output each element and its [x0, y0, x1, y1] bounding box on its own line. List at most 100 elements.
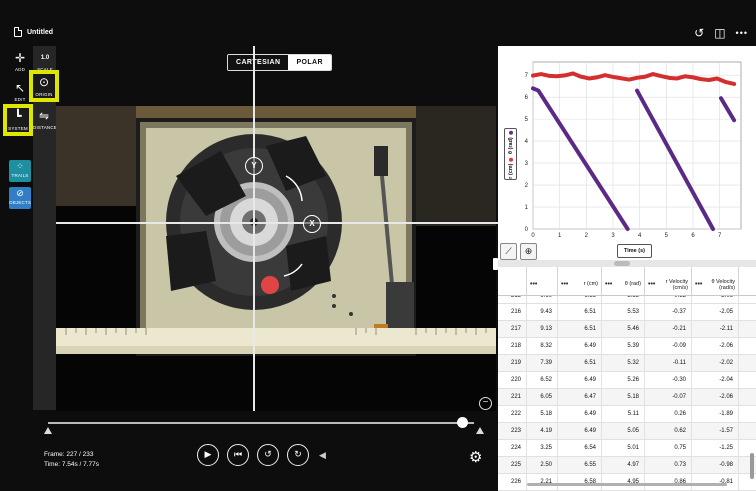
row-index-cell[interactable]: 223 — [498, 423, 527, 440]
panel-divider-grip[interactable] — [614, 261, 630, 266]
table-cell[interactable]: 3.25 — [527, 440, 558, 457]
table-cell[interactable]: -1.57 — [692, 423, 739, 440]
table-cell[interactable]: 5.11 — [602, 406, 645, 423]
row-index-cell[interactable]: 222 — [498, 406, 527, 423]
zoom-out-icon[interactable]: − — [479, 397, 492, 410]
timeline-scrubber[interactable] — [44, 417, 488, 436]
undo-icon[interactable]: ↺ — [694, 27, 704, 39]
table-row[interactable]: 223 4.19 6.49 5.05 0.62 -1.57 — [498, 423, 756, 440]
row-index-cell[interactable]: 221 — [498, 389, 527, 406]
table-cell[interactable]: 6.49 — [558, 423, 602, 440]
table-cell[interactable]: -2.06 — [692, 338, 739, 355]
table-cell[interactable]: 5.55 — [602, 296, 645, 303]
table-cell[interactable]: 6.51 — [558, 304, 602, 321]
table-cell[interactable]: 5.05 — [602, 423, 645, 440]
row-index-cell[interactable]: 219 — [498, 355, 527, 372]
row-index-cell[interactable]: 215 — [498, 296, 527, 303]
settings-gear-icon[interactable]: ⚙ — [469, 448, 482, 466]
layout-icon[interactable]: ◫ — [714, 27, 725, 39]
row-index-cell[interactable]: 216 — [498, 304, 527, 321]
row-index-cell[interactable]: 225 — [498, 457, 527, 474]
table-cell[interactable]: 4.19 — [527, 423, 558, 440]
document-title-area[interactable]: Untitled — [14, 27, 53, 37]
system-tool-button[interactable]: ┗ SYSTEM — [3, 104, 33, 136]
table-cell[interactable]: -2.05 — [692, 304, 739, 321]
table-row[interactable]: 219 7.39 6.51 5.32 -0.11 -2.02 — [498, 355, 756, 372]
table-cell[interactable]: 6.54 — [558, 440, 602, 457]
table-cell[interactable]: 6.51 — [558, 321, 602, 338]
cartesian-option[interactable]: CARTESIAN — [228, 55, 289, 70]
column-header-theta-velocity[interactable]: ••• θ Velocity (rad/s) — [692, 267, 739, 296]
table-row[interactable]: 221 6.05 6.47 5.18 -0.07 -2.06 — [498, 389, 756, 406]
origin-tool-button[interactable]: ⊙ ORIGIN — [29, 70, 59, 102]
table-cell[interactable]: 5.46 — [602, 321, 645, 338]
x-axis-selector-button[interactable]: Time (s) — [617, 244, 652, 258]
table-cell[interactable]: -2.02 — [692, 355, 739, 372]
table-cell[interactable]: 0.26 — [645, 406, 692, 423]
table-cell[interactable]: -2.06 — [692, 389, 739, 406]
column-menu-button[interactable]: ••• — [561, 281, 568, 288]
x-axis-handle[interactable]: X — [303, 215, 321, 233]
table-cell[interactable]: 7.39 — [527, 355, 558, 372]
table-cell[interactable]: 6.49 — [558, 372, 602, 389]
table-cell[interactable]: 6.49 — [558, 406, 602, 423]
row-index-cell[interactable]: 217 — [498, 321, 527, 338]
y-axis-selector-button[interactable]: r (cm) θ (rad) — [504, 128, 517, 180]
table-cell[interactable]: -2.06 — [692, 296, 739, 303]
y-axis-line[interactable] — [253, 46, 255, 411]
table-cell[interactable]: 6.55 — [558, 296, 602, 303]
table-cell[interactable]: -0.21 — [645, 321, 692, 338]
step-forward-button[interactable]: ↻ — [287, 444, 309, 466]
table-cell[interactable]: -0.52 — [645, 296, 692, 303]
table-row[interactable]: 216 9.43 6.51 5.53 -0.37 -2.05 — [498, 304, 756, 321]
trails-toggle-button[interactable]: ⁘ TRAILS — [9, 160, 31, 182]
table-vertical-scrollbar[interactable] — [750, 453, 754, 479]
graph-panel[interactable]: 0 1 2 3 4 5 6 7 0 1 2 3 4 5 6 7 — [498, 46, 756, 260]
speaker-icon[interactable]: ◀ — [319, 450, 326, 461]
table-cell[interactable]: 9.60 — [527, 296, 558, 303]
autoscale-icon[interactable]: ⟋ — [500, 243, 517, 260]
column-menu-button[interactable]: ••• — [695, 281, 702, 288]
table-cell[interactable]: 0.75 — [645, 440, 692, 457]
table-cell[interactable]: 4.97 — [602, 457, 645, 474]
table-cell[interactable]: 5.18 — [602, 389, 645, 406]
table-cell[interactable]: -0.30 — [645, 372, 692, 389]
objects-toggle-button[interactable]: ⊘ OBJECTS — [9, 187, 31, 209]
table-row[interactable]: 220 6.52 6.49 5.26 -0.30 -2.04 — [498, 372, 756, 389]
table-cell[interactable]: 5.18 — [527, 406, 558, 423]
step-back-button[interactable]: ↺ — [257, 444, 279, 466]
column-header-r[interactable]: ••• r (cm) — [558, 267, 602, 296]
add-tool-button[interactable]: ✛ ADD — [9, 50, 31, 78]
table-cell[interactable]: 5.39 — [602, 338, 645, 355]
table-cell[interactable]: 9.13 — [527, 321, 558, 338]
trim-end-marker[interactable] — [476, 427, 484, 434]
skip-to-start-button[interactable]: ⏮ — [227, 444, 249, 466]
video-frame[interactable] — [56, 106, 496, 411]
table-cell[interactable]: -0.11 — [645, 355, 692, 372]
table-row[interactable]: 218 8.32 6.49 5.39 -0.09 -2.06 — [498, 338, 756, 355]
table-cell[interactable]: 6.05 — [527, 389, 558, 406]
table-cell[interactable]: -1.25 — [692, 440, 739, 457]
table-row[interactable]: 222 5.18 6.49 5.11 0.26 -1.89 — [498, 406, 756, 423]
column-header-r-velocity[interactable]: ••• r Velocity (cm/s) — [645, 267, 692, 296]
table-row[interactable]: 225 2.50 6.55 4.97 0.73 -0.98 — [498, 457, 756, 474]
data-table[interactable]: ••• ••• r (cm) ••• θ (rad) ••• r Velocit… — [498, 267, 756, 491]
table-cell[interactable]: 6.52 — [527, 372, 558, 389]
row-index-cell[interactable]: 224 — [498, 440, 527, 457]
table-row[interactable]: 224 3.25 6.54 5.01 0.75 -1.25 — [498, 440, 756, 457]
table-cell[interactable]: -0.37 — [645, 304, 692, 321]
column-menu-button[interactable]: ••• — [530, 281, 537, 288]
table-cell[interactable]: -0.07 — [645, 389, 692, 406]
table-cell[interactable]: -0.98 — [692, 457, 739, 474]
column-menu-button[interactable]: ••• — [605, 281, 612, 288]
table-row[interactable]: 217 9.13 6.51 5.46 -0.21 -2.11 — [498, 321, 756, 338]
timeline-track[interactable] — [48, 422, 474, 424]
more-menu-button[interactable]: ••• — [736, 27, 748, 39]
table-cell[interactable]: 6.51 — [558, 355, 602, 372]
zoom-icon[interactable]: ⊕ — [520, 243, 537, 260]
table-cell[interactable]: 2.50 — [527, 457, 558, 474]
distance-tool-button[interactable]: ⇋ DISTANCE — [33, 108, 57, 136]
table-cell[interactable]: 9.43 — [527, 304, 558, 321]
y-axis-handle[interactable]: Y — [245, 157, 263, 175]
trim-start-marker[interactable] — [44, 427, 52, 434]
